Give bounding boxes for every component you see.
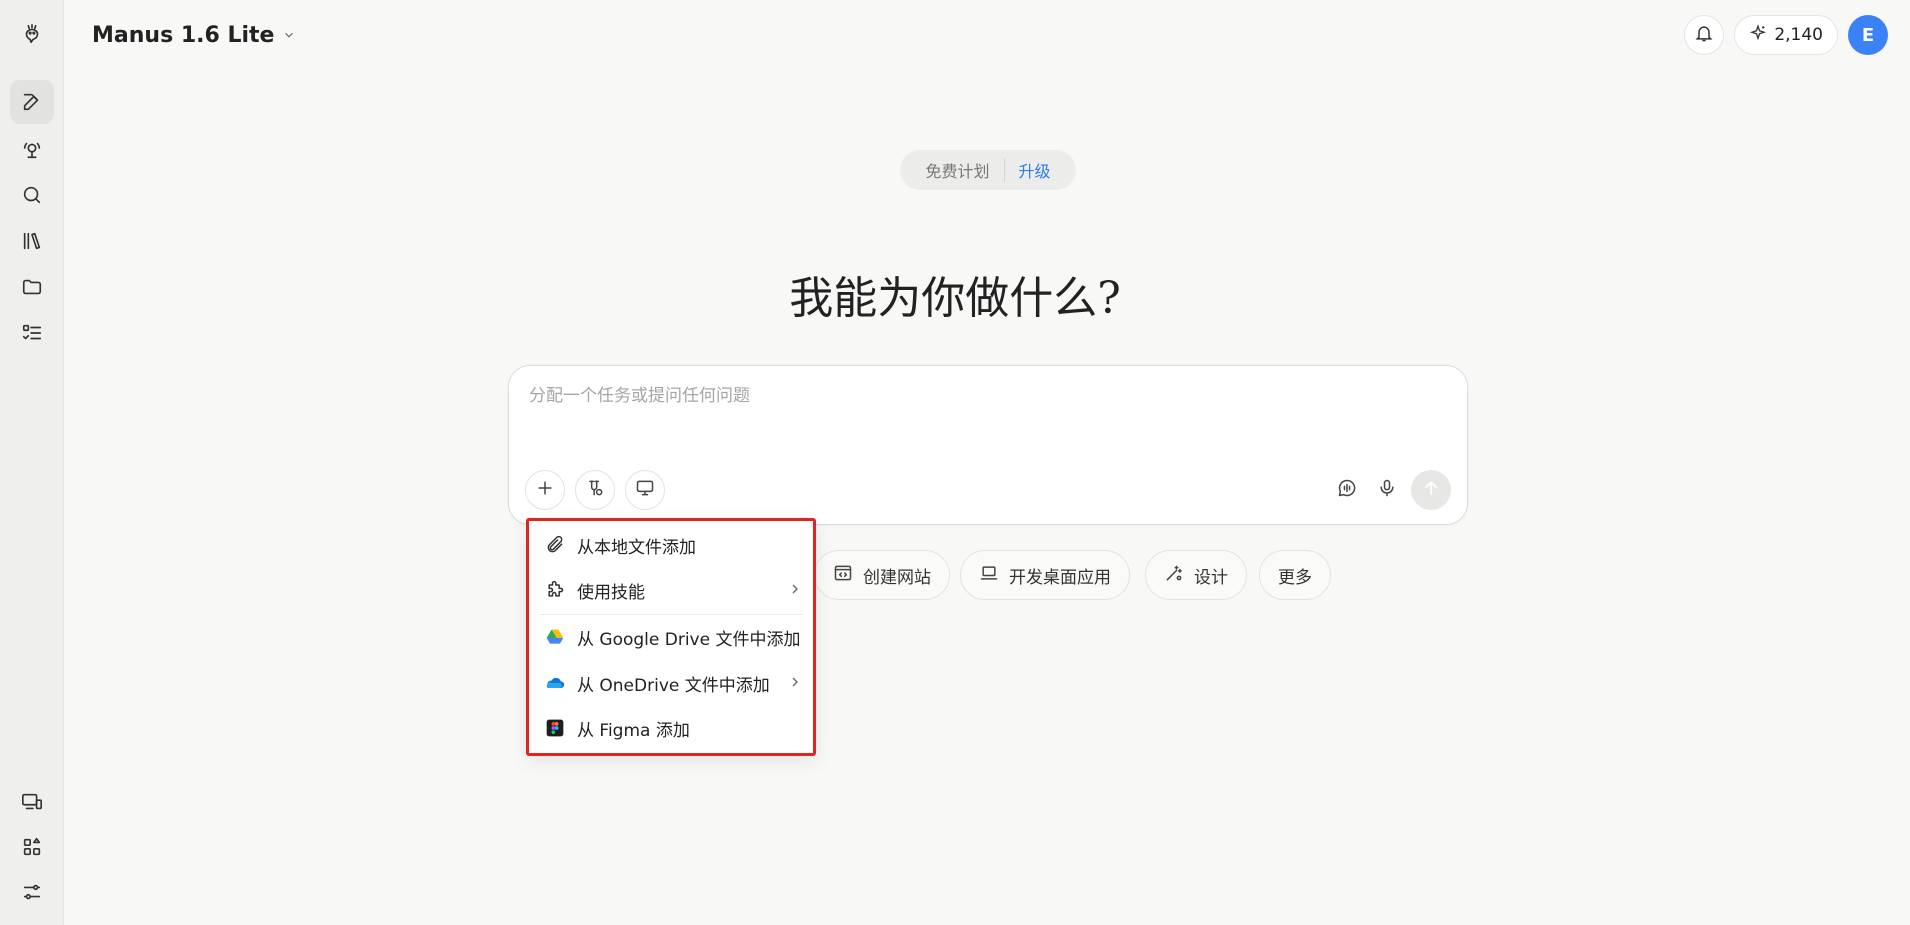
chip-label: 更多 — [1278, 567, 1312, 588]
chip-label: 设计 — [1194, 567, 1228, 588]
bell-icon — [1694, 23, 1714, 47]
sparkle-icon — [1749, 23, 1767, 47]
paperclip-icon — [545, 535, 565, 555]
logo-icon[interactable] — [10, 12, 54, 56]
voice-chat-icon — [1337, 478, 1357, 502]
menu-divider — [539, 614, 803, 615]
arrow-up-icon — [1421, 478, 1441, 502]
plus-icon — [535, 478, 555, 502]
devices-icon[interactable] — [10, 780, 54, 824]
settings-sliders-icon[interactable] — [10, 870, 54, 914]
plan-pill: 免费计划 升级 — [900, 150, 1076, 190]
sidebar — [0, 0, 64, 925]
credits-count: 2,140 — [1774, 25, 1823, 45]
puzzle-icon — [545, 580, 565, 600]
computer-button[interactable] — [625, 470, 665, 510]
composer — [508, 365, 1468, 525]
menu-item-label: 使用技能 — [577, 582, 645, 603]
microphone-button[interactable] — [1371, 474, 1403, 506]
onedrive-icon — [545, 673, 565, 693]
credits-button[interactable]: 2,140 — [1734, 15, 1838, 55]
chevron-down-icon — [282, 23, 296, 48]
chip-desktop-app[interactable]: 开发桌面应用 — [960, 550, 1130, 600]
design-wand-icon — [1164, 563, 1184, 588]
avatar[interactable]: E — [1848, 15, 1888, 55]
chip-design[interactable]: 设计 — [1145, 550, 1247, 600]
model-selector[interactable]: Manus 1.6 Lite — [92, 20, 296, 50]
google-drive-icon — [545, 627, 565, 647]
top-right-actions: 2,140 E — [1684, 15, 1888, 55]
notifications-button[interactable] — [1684, 15, 1725, 55]
menu-item-figma[interactable]: 从 Figma 添加 — [539, 708, 803, 748]
menu-item-use-skills[interactable]: 使用技能 — [539, 570, 803, 610]
upgrade-link[interactable]: 升级 — [1005, 158, 1051, 182]
figma-icon — [545, 718, 565, 738]
menu-item-google-drive[interactable]: 从 Google Drive 文件中添加 — [539, 617, 803, 657]
chevron-right-icon — [787, 674, 803, 690]
connectors-icon — [585, 478, 605, 502]
menu-item-label: 从 Figma 添加 — [577, 720, 690, 741]
menu-item-label: 从 Google Drive 文件中添加 — [577, 629, 801, 650]
page-title: 我能为你做什么? — [789, 273, 1121, 324]
add-button[interactable] — [525, 470, 565, 510]
microphone-icon — [1377, 478, 1397, 502]
apps-grid-icon[interactable] — [10, 825, 54, 869]
free-plan-label: 免费计划 — [925, 158, 1005, 182]
connectors-button[interactable] — [575, 470, 615, 510]
code-window-icon — [833, 563, 853, 588]
task-input[interactable] — [529, 386, 1429, 406]
chevron-right-icon — [787, 581, 803, 597]
search-icon[interactable] — [10, 173, 54, 217]
voice-chat-button[interactable] — [1331, 474, 1363, 506]
chip-create-website[interactable]: 创建网站 — [814, 550, 950, 600]
menu-item-local-file[interactable]: 从本地文件添加 — [539, 525, 803, 565]
chip-more[interactable]: 更多 — [1259, 550, 1331, 600]
add-menu: 从本地文件添加 使用技能 从 Google Drive 文件中添加 从 OneD… — [526, 518, 816, 756]
menu-item-onedrive[interactable]: 从 OneDrive 文件中添加 — [539, 663, 803, 703]
laptop-icon — [979, 563, 999, 588]
agents-icon[interactable] — [10, 127, 54, 171]
model-title: Manus 1.6 Lite — [92, 22, 275, 48]
chip-label: 开发桌面应用 — [1009, 567, 1111, 588]
chip-label: 创建网站 — [863, 567, 931, 588]
send-button[interactable] — [1411, 470, 1451, 510]
library-icon[interactable] — [10, 219, 54, 263]
new-task-icon[interactable] — [10, 80, 54, 124]
menu-item-label: 从 OneDrive 文件中添加 — [577, 675, 770, 696]
monitor-icon — [635, 478, 655, 502]
menu-item-label: 从本地文件添加 — [577, 537, 696, 558]
